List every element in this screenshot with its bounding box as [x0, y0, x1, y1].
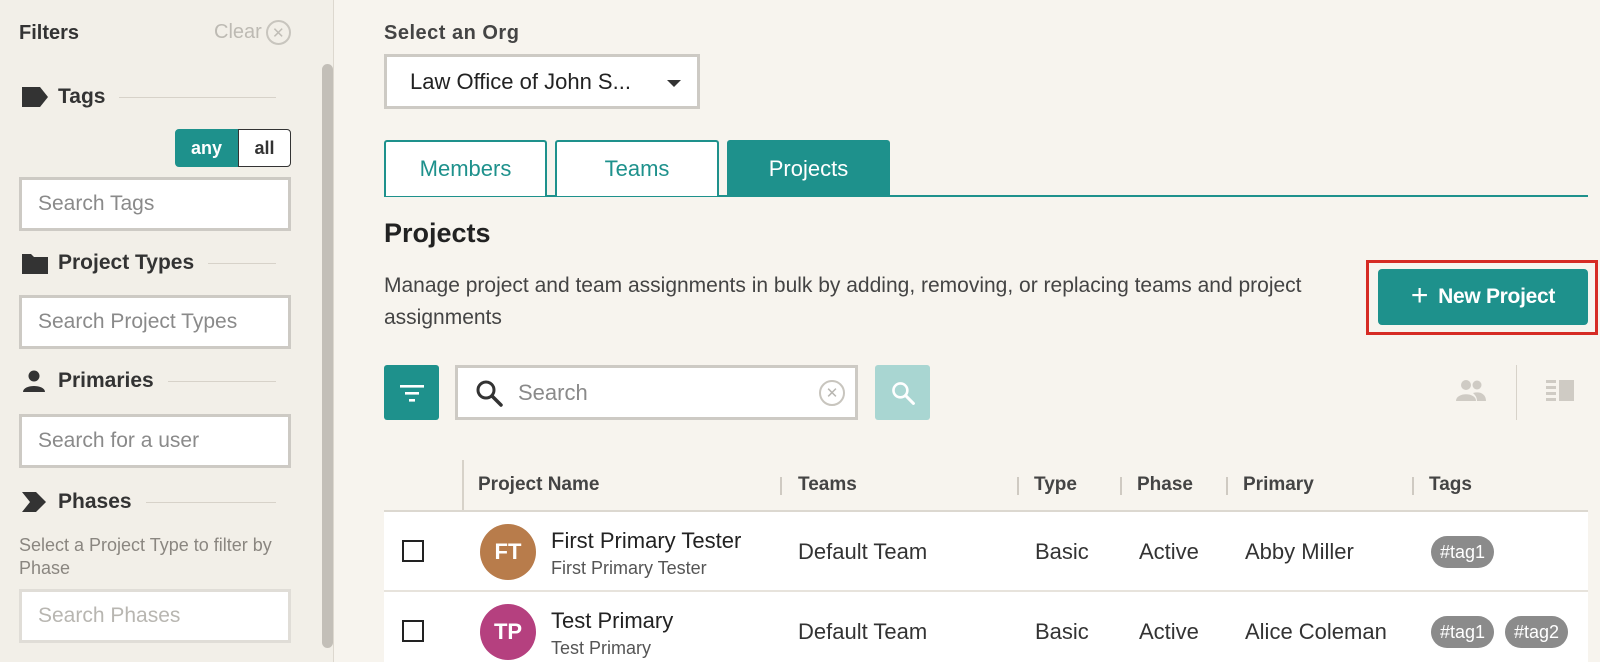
columns-icon[interactable]: [1546, 377, 1574, 405]
table-row[interactable]: FT First Primary Tester First Primary Te…: [384, 512, 1588, 592]
tag-badge: #tag1: [1431, 616, 1495, 648]
project-name[interactable]: Test Primary: [551, 608, 673, 634]
tags-label: Tags: [58, 85, 106, 108]
clear-label: Clear: [214, 21, 262, 43]
tags-section-header: Tags: [22, 85, 276, 109]
tag-icon: [22, 86, 48, 108]
new-project-button[interactable]: + New Project: [1378, 269, 1588, 325]
column-resize-handle[interactable]: [1226, 477, 1228, 495]
search-phases-input[interactable]: Search Phases: [19, 589, 291, 643]
clear-icon: ✕: [265, 20, 291, 45]
tab-teams[interactable]: Teams: [555, 140, 719, 196]
filter-icon: [399, 384, 424, 402]
phase-cell: Active: [1139, 539, 1199, 564]
table-header: Project Name Teams Type Phase Primary Ta…: [384, 460, 1588, 512]
page-title: Projects: [384, 218, 491, 248]
column-header-phase[interactable]: Phase: [1137, 474, 1193, 496]
search-icon: [476, 380, 503, 407]
project-subtitle: Test Primary: [551, 638, 652, 658]
type-cell: Basic: [1035, 539, 1089, 564]
clear-filters-button[interactable]: Clear ✕: [214, 20, 291, 45]
divider: [167, 380, 276, 382]
caret-down-icon: [667, 80, 681, 87]
new-project-label: New Project: [1438, 285, 1556, 308]
clear-search-icon[interactable]: ✕: [819, 379, 845, 406]
org-select-dropdown[interactable]: Law Office of John S...: [384, 54, 700, 109]
column-header-type[interactable]: Type: [1034, 474, 1077, 496]
search-icon: [891, 381, 915, 405]
phases-section-header: Phases: [22, 490, 276, 514]
tag-badge: #tag1: [1431, 536, 1495, 568]
avatar: FT: [480, 524, 536, 580]
row-checkbox[interactable]: [402, 540, 424, 562]
phase-cell: Active: [1139, 619, 1199, 644]
column-header-primary[interactable]: Primary: [1243, 474, 1314, 496]
filters-title: Filters: [19, 22, 80, 44]
team-cell: Default Team: [798, 619, 928, 644]
table-row[interactable]: TP Test Primary Test Primary Default Tea…: [384, 592, 1588, 662]
phases-help-text: Select a Project Type to filter by Phase: [19, 535, 272, 578]
tab-projects[interactable]: Projects: [727, 140, 890, 196]
org-select-label: Select an Org: [384, 22, 520, 44]
avatar: TP: [480, 604, 536, 660]
phases-label: Phases: [58, 490, 132, 513]
tag-badge: #tag2: [1505, 616, 1569, 648]
search-tags-input[interactable]: Search Tags: [19, 177, 291, 231]
column-header-teams[interactable]: Teams: [798, 474, 857, 496]
column-header-tags[interactable]: Tags: [1429, 474, 1472, 496]
chevron-tag-icon: [22, 491, 48, 513]
filter-toggle-button[interactable]: [384, 365, 439, 420]
search-submit-button[interactable]: [875, 365, 930, 420]
primary-cell: Alice Coleman: [1245, 619, 1387, 644]
type-cell: Basic: [1035, 619, 1089, 644]
people-icon[interactable]: [1455, 377, 1487, 405]
column-resize-handle[interactable]: [780, 477, 782, 495]
project-subtitle: First Primary Tester: [551, 558, 707, 578]
toggle-all-button[interactable]: all: [238, 129, 291, 167]
toggle-any-button[interactable]: any: [175, 129, 238, 167]
tab-members[interactable]: Members: [384, 140, 547, 196]
column-header-project-name[interactable]: Project Name: [478, 474, 599, 496]
search-user-input[interactable]: Search for a user: [19, 414, 291, 468]
project-types-label: Project Types: [58, 251, 195, 274]
project-name[interactable]: First Primary Tester: [551, 528, 741, 554]
sidebar-scrollbar[interactable]: [322, 64, 333, 648]
page-description: Manage project and team assignments in b…: [384, 274, 1302, 329]
project-search-input[interactable]: Search ✕: [455, 365, 858, 420]
primary-cell: Abby Miller: [1245, 539, 1354, 564]
toolbar-divider: [1516, 365, 1517, 420]
column-resize-handle[interactable]: [1120, 477, 1122, 495]
primaries-label: Primaries: [58, 369, 154, 392]
divider: [208, 262, 276, 264]
column-resize-handle[interactable]: [1017, 477, 1019, 495]
person-icon: [22, 370, 48, 392]
tags-match-toggle[interactable]: any all: [175, 129, 291, 167]
column-resize-handle[interactable]: [1412, 477, 1414, 495]
folder-icon: [22, 252, 48, 274]
project-types-section-header: Project Types: [22, 251, 276, 275]
tab-bar: Members Teams Projects: [384, 140, 1588, 197]
divider: [119, 96, 276, 98]
plus-icon: +: [1410, 278, 1429, 312]
divider: [145, 501, 276, 503]
primaries-section-header: Primaries: [22, 369, 276, 393]
projects-table: Project Name Teams Type Phase Primary Ta…: [384, 460, 1588, 662]
search-placeholder: Search: [518, 379, 588, 405]
row-checkbox[interactable]: [402, 620, 424, 642]
org-selected-value: Law Office of John S...: [410, 68, 631, 94]
search-project-types-input[interactable]: Search Project Types: [19, 295, 291, 349]
team-cell: Default Team: [798, 539, 928, 564]
filters-sidebar: Filters Clear ✕ Tags any all Search Tags…: [0, 0, 334, 662]
